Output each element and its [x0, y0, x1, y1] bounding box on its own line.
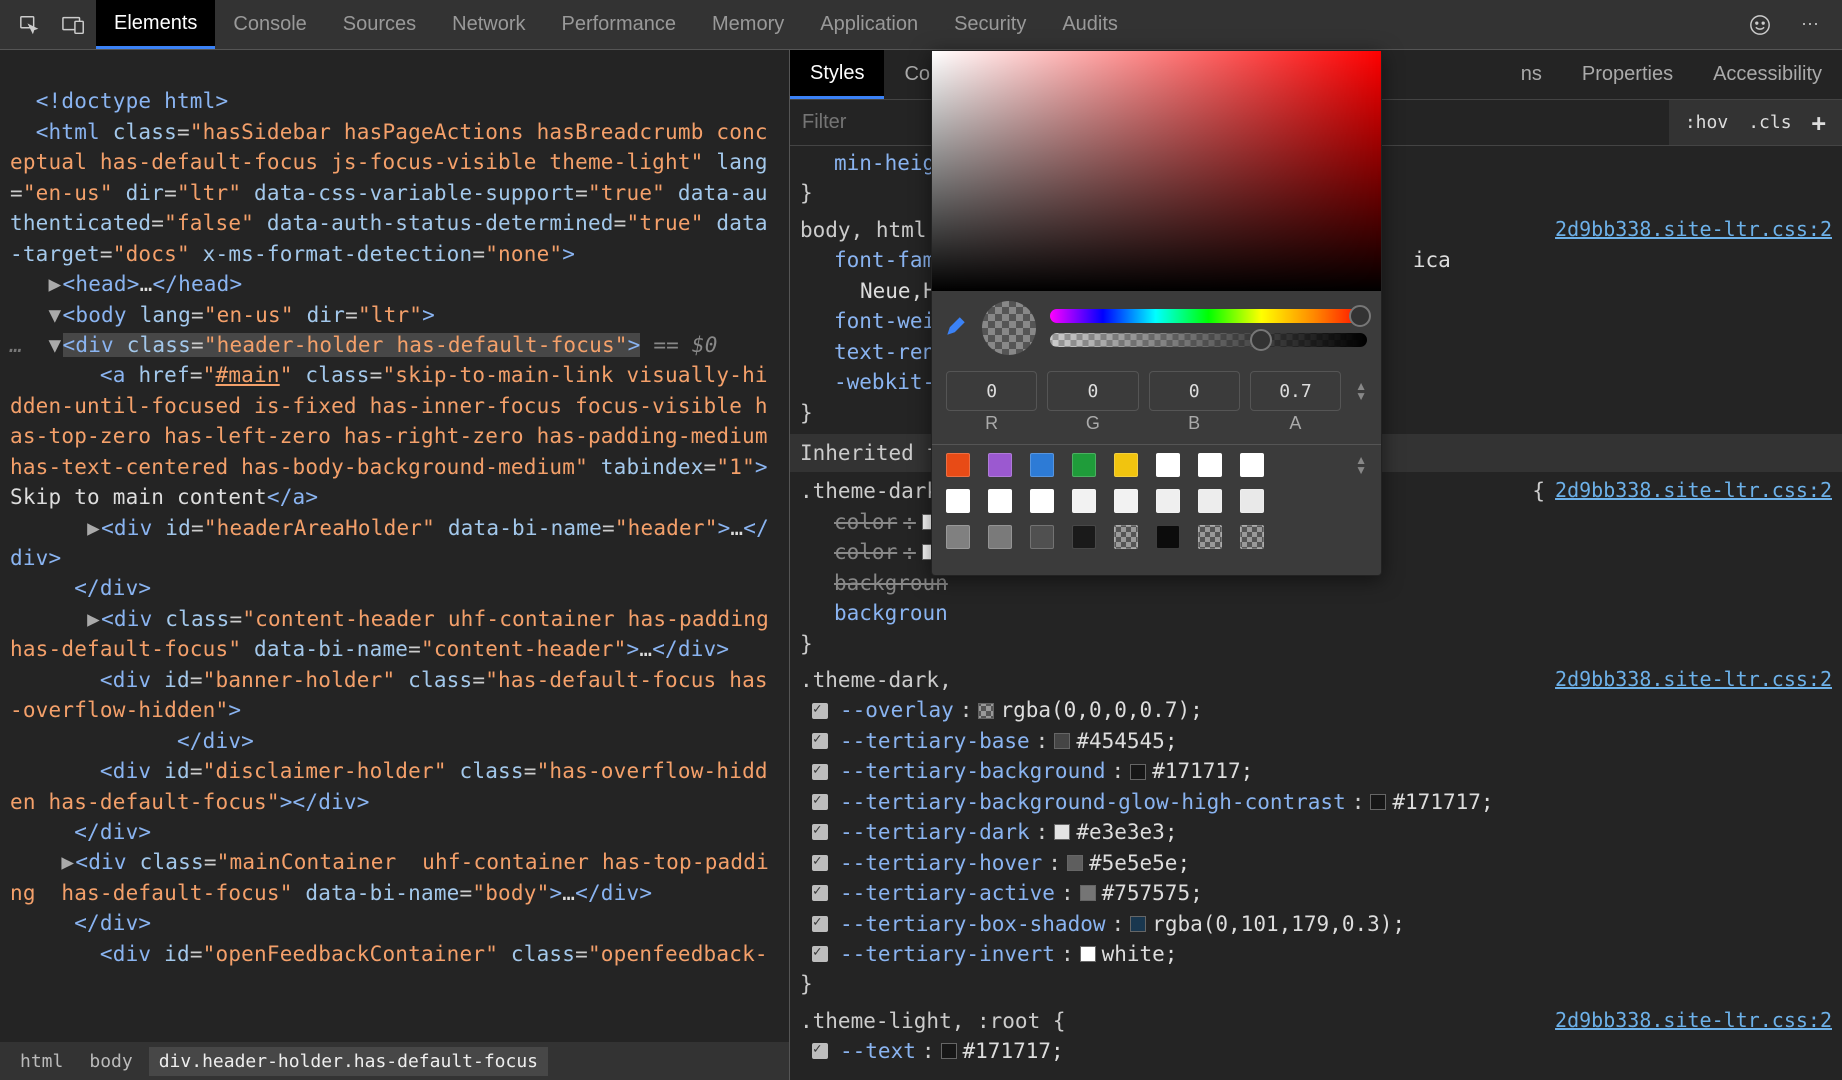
palette-swatch[interactable]	[946, 453, 970, 477]
g-input[interactable]: 0	[1047, 371, 1138, 411]
palette-nav-icon[interactable]: ▲▼	[1355, 455, 1367, 475]
source-link[interactable]: 2d9bb338.site-ltr.css:2	[1555, 665, 1832, 695]
palette-swatch[interactable]	[946, 489, 970, 513]
css-declaration[interactable]: --tertiary-invert: white;	[800, 939, 1832, 969]
more-menu-icon[interactable]: ⋯	[1790, 5, 1834, 45]
palette-swatch[interactable]	[1072, 453, 1096, 477]
palette-swatch[interactable]	[1030, 489, 1054, 513]
tab-memory[interactable]: Memory	[694, 0, 802, 49]
a-input[interactable]: 0.7	[1250, 371, 1341, 411]
palette-swatch[interactable]	[1198, 489, 1222, 513]
device-toggle-icon[interactable]	[52, 5, 96, 45]
palette-swatch[interactable]	[988, 525, 1012, 549]
dom-doctype[interactable]: <!doctype html>	[36, 89, 229, 113]
stab-styles[interactable]: Styles	[790, 50, 884, 99]
color-palette: ▲▼	[932, 444, 1381, 575]
crumb-html[interactable]: html	[10, 1047, 73, 1076]
palette-swatch[interactable]	[1198, 525, 1222, 549]
stab-accessibility[interactable]: Accessibility	[1693, 50, 1842, 99]
tab-security[interactable]: Security	[936, 0, 1044, 49]
stab-properties[interactable]: Properties	[1562, 50, 1693, 99]
css-declaration[interactable]: --tertiary-base: #454545;	[800, 726, 1832, 756]
color-picker[interactable]: 0 0 0 0.7 ▲▼ R G B A ▲▼	[931, 50, 1382, 576]
palette-swatch[interactable]	[1156, 525, 1180, 549]
source-link[interactable]: 2d9bb338.site-ltr.css:2	[1555, 476, 1832, 506]
toggle-checkbox[interactable]	[812, 703, 828, 719]
b-label: B	[1149, 413, 1240, 434]
palette-swatch[interactable]	[946, 525, 970, 549]
rgba-inputs: 0 0 0 0.7 ▲▼	[932, 365, 1381, 411]
palette-swatch[interactable]	[988, 489, 1012, 513]
toggle-checkbox[interactable]	[812, 733, 828, 749]
feedback-smile-icon[interactable]	[1738, 5, 1782, 45]
b-input[interactable]: 0	[1149, 371, 1240, 411]
styles-panel: Styles Co ns Properties Accessibility :h…	[790, 50, 1842, 1080]
palette-swatch[interactable]	[988, 453, 1012, 477]
toggle-checkbox[interactable]	[812, 1043, 828, 1059]
palette-swatch[interactable]	[1240, 525, 1264, 549]
css-declaration[interactable]: --tertiary-dark: #e3e3e3;	[800, 817, 1832, 847]
tab-console[interactable]: Console	[215, 0, 324, 49]
css-declaration[interactable]: --tertiary-background: #171717;	[800, 756, 1832, 786]
css-declaration[interactable]: --text: #171717;	[800, 1036, 1832, 1066]
toggle-checkbox[interactable]	[812, 885, 828, 901]
format-switch-icon[interactable]: ▲▼	[1355, 381, 1367, 401]
dom-tree[interactable]: <!doctype html> <html class="hasSidebar …	[0, 50, 789, 1042]
tab-audits[interactable]: Audits	[1044, 0, 1136, 49]
tab-application[interactable]: Application	[802, 0, 936, 49]
crumb-div[interactable]: div.header-holder.has-default-focus	[149, 1047, 548, 1076]
toggle-checkbox[interactable]	[812, 794, 828, 810]
main-tabs: Elements Console Sources Network Perform…	[96, 0, 1136, 49]
hov-toggle[interactable]: :hov	[1677, 108, 1736, 137]
tab-performance[interactable]: Performance	[544, 0, 695, 49]
dom-selected-node[interactable]: <div class="header-holder has-default-fo…	[63, 333, 641, 357]
palette-swatch[interactable]	[1030, 525, 1054, 549]
elements-panel: <!doctype html> <html class="hasSidebar …	[0, 50, 790, 1080]
r-input[interactable]: 0	[946, 371, 1037, 411]
css-declaration[interactable]: --tertiary-box-shadow: rgba(0,101,179,0.…	[800, 909, 1832, 939]
color-gradient-field[interactable]	[932, 51, 1381, 291]
palette-swatch[interactable]	[1240, 453, 1264, 477]
palette-swatch[interactable]	[1072, 525, 1096, 549]
source-link[interactable]: 2d9bb338.site-ltr.css:2	[1555, 1006, 1832, 1036]
g-label: G	[1047, 413, 1138, 434]
css-declaration[interactable]: --overlay: rgba(0,0,0,0.7);	[800, 695, 1832, 725]
toggle-checkbox[interactable]	[812, 916, 828, 932]
stab-unknown-ns[interactable]: ns	[1501, 50, 1562, 99]
tab-network[interactable]: Network	[434, 0, 543, 49]
new-style-rule-icon[interactable]: +	[1804, 105, 1834, 141]
r-label: R	[946, 413, 1037, 434]
css-declaration[interactable]: --tertiary-active: #757575;	[800, 878, 1832, 908]
palette-swatch[interactable]	[1156, 453, 1180, 477]
alpha-slider[interactable]	[1050, 333, 1367, 347]
palette-swatch[interactable]	[1114, 525, 1138, 549]
eyedropper-icon[interactable]	[946, 314, 968, 342]
cls-toggle[interactable]: .cls	[1740, 108, 1799, 137]
palette-swatch[interactable]	[1156, 489, 1180, 513]
palette-swatch[interactable]	[1240, 489, 1264, 513]
palette-swatch[interactable]	[1114, 453, 1138, 477]
toggle-checkbox[interactable]	[812, 824, 828, 840]
toggle-checkbox[interactable]	[812, 855, 828, 871]
tab-sources[interactable]: Sources	[325, 0, 434, 49]
palette-swatch[interactable]	[1072, 489, 1096, 513]
tab-elements[interactable]: Elements	[96, 0, 215, 49]
css-declaration[interactable]: --tertiary-hover: #5e5e5e;	[800, 848, 1832, 878]
palette-swatch[interactable]	[1114, 489, 1138, 513]
css-declaration[interactable]: --tertiary-background-glow-high-contrast…	[800, 787, 1832, 817]
source-link[interactable]: 2d9bb338.site-ltr.css:2	[1555, 215, 1832, 245]
toggle-checkbox[interactable]	[812, 764, 828, 780]
breadcrumb-bar: html body div.header-holder.has-default-…	[0, 1042, 789, 1080]
current-color-preview	[982, 301, 1036, 355]
a-label: A	[1250, 413, 1341, 434]
palette-swatch[interactable]	[1030, 453, 1054, 477]
hue-slider[interactable]	[1050, 309, 1367, 323]
inspect-element-icon[interactable]	[8, 5, 52, 45]
devtools-topbar: Elements Console Sources Network Perform…	[0, 0, 1842, 50]
toggle-checkbox[interactable]	[812, 946, 828, 962]
crumb-body[interactable]: body	[79, 1047, 142, 1076]
palette-swatch[interactable]	[1198, 453, 1222, 477]
